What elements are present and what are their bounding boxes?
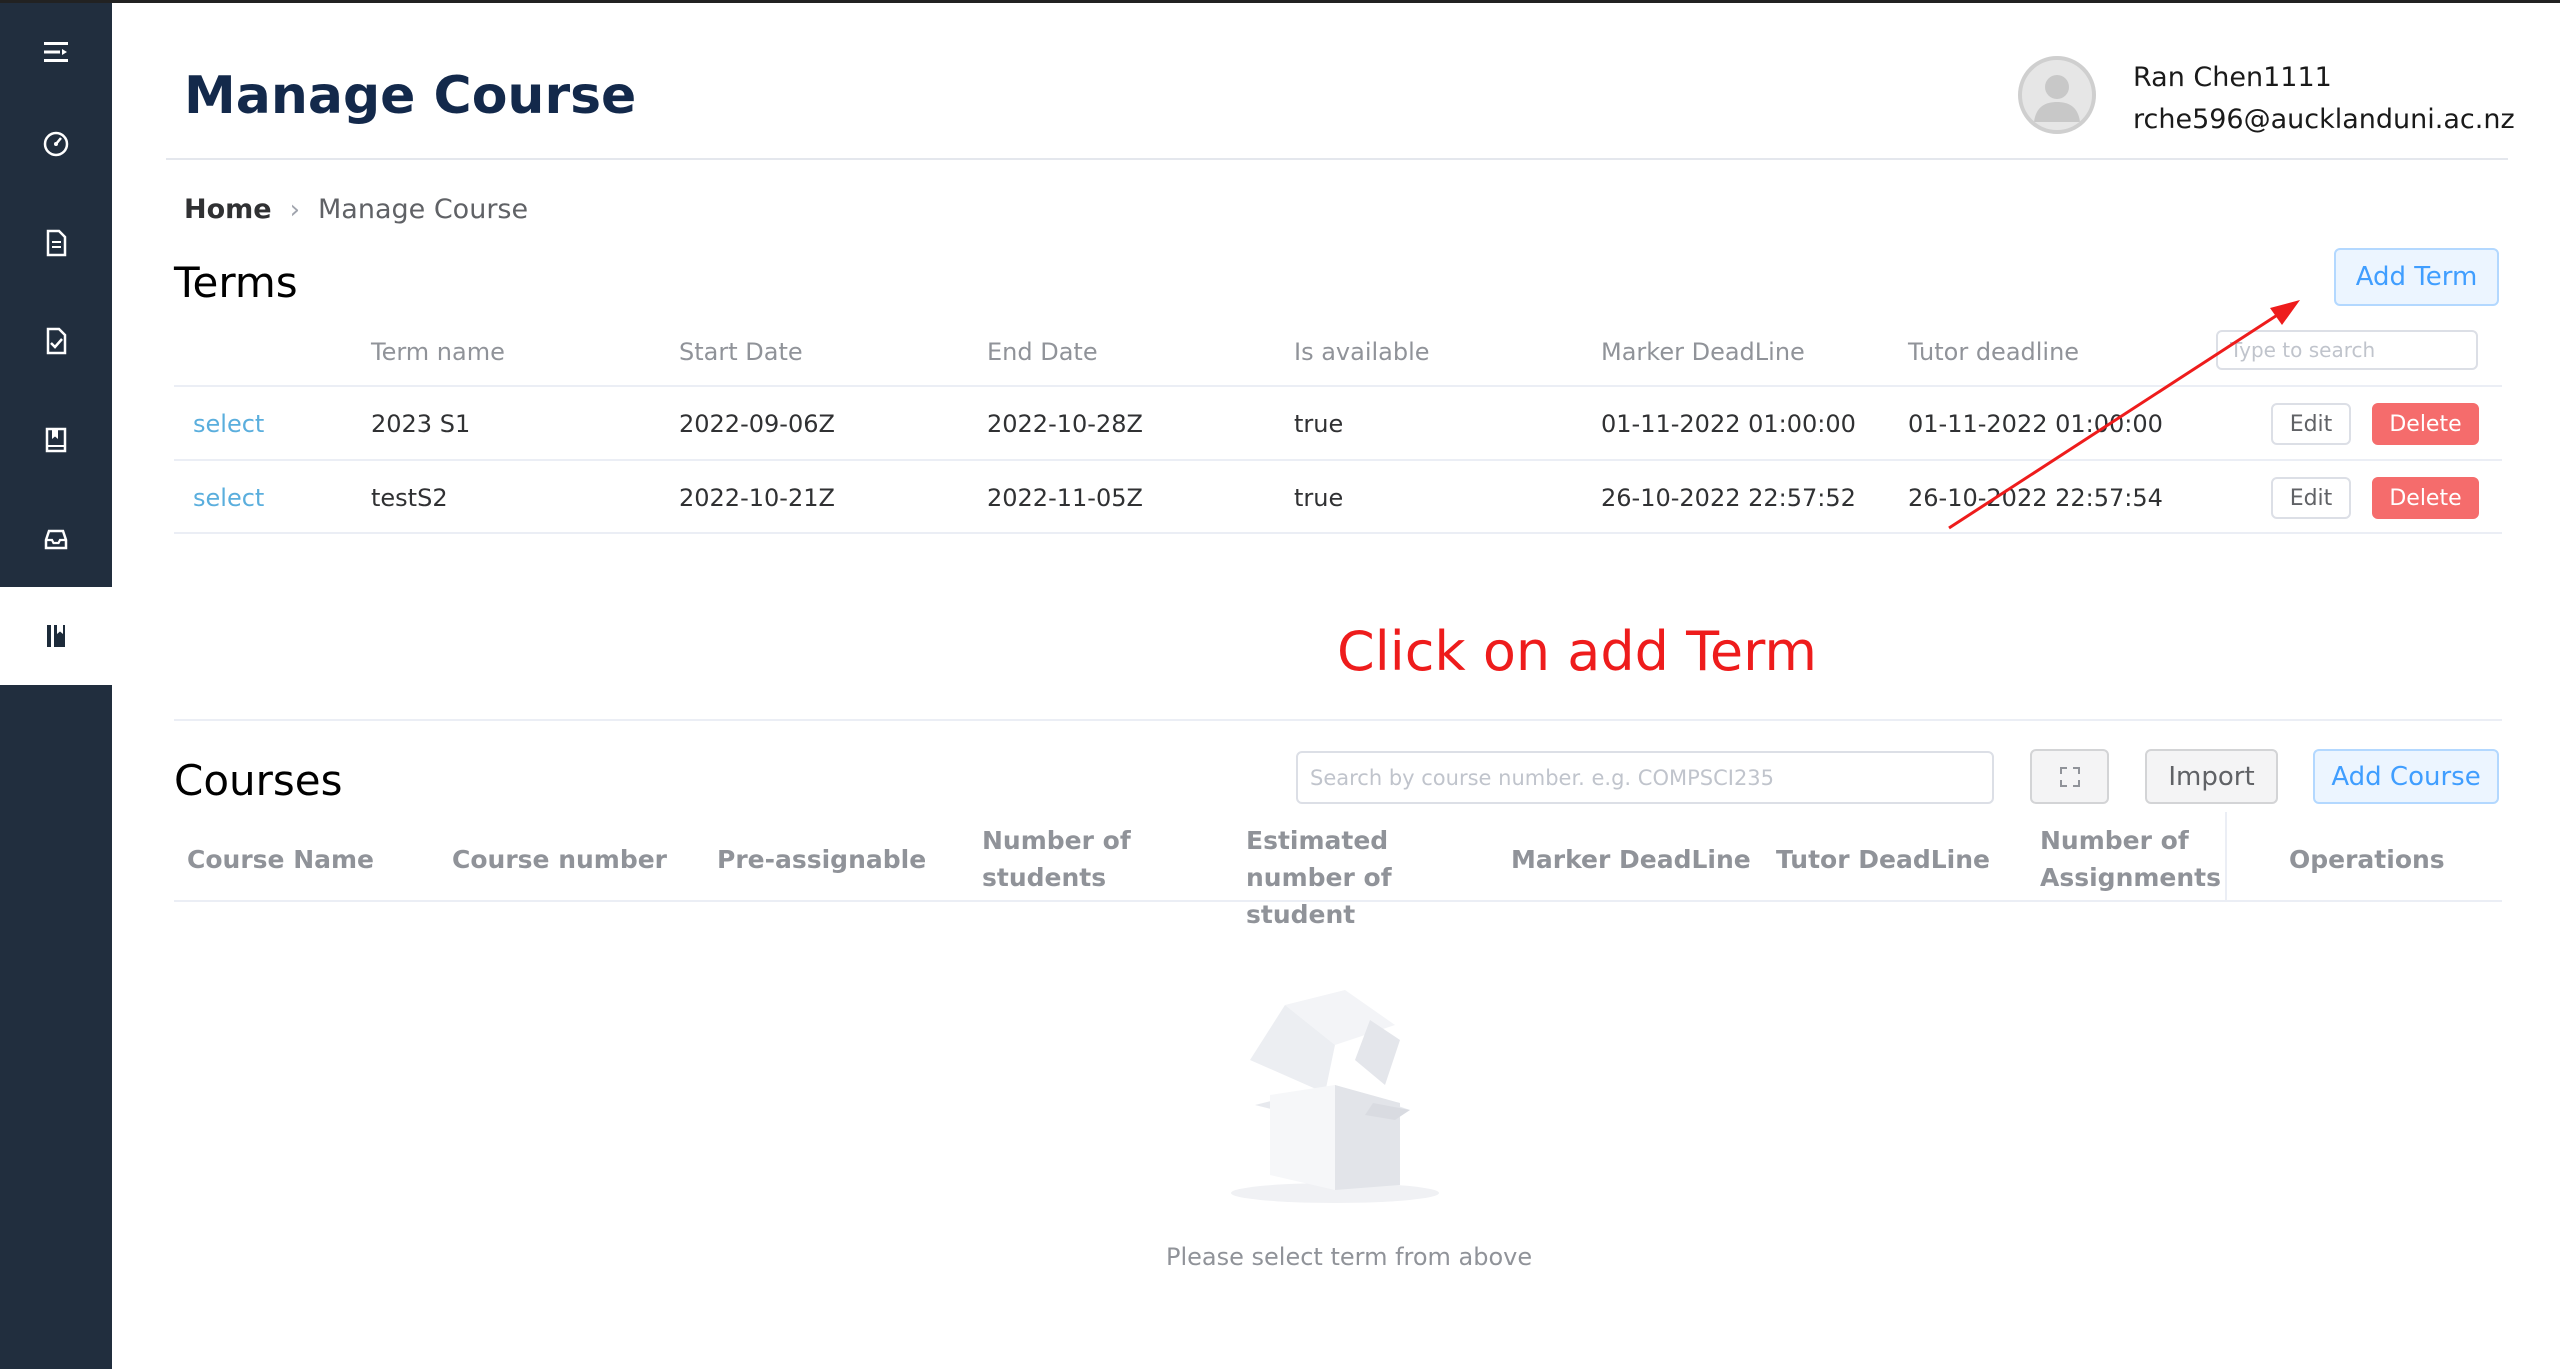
column-header-operations: Operations <box>2289 845 2445 874</box>
column-divider <box>2225 812 2227 902</box>
section-divider <box>174 719 2502 721</box>
column-header-course-number: Course number <box>452 845 668 874</box>
column-header-pre-assignable: Pre-assignable <box>717 845 927 874</box>
column-header-number-of-assignments: Number of Assignments <box>2040 826 2222 892</box>
column-header-tutor-deadline: Tutor DeadLine <box>1776 845 1990 874</box>
column-header-course-name: Course Name <box>187 845 374 874</box>
annotation-text: Click on add Term <box>1337 620 1817 683</box>
fullscreen-icon <box>2059 766 2080 787</box>
fullscreen-button[interactable] <box>2030 749 2109 804</box>
column-header-number-of-students: Number of students <box>982 826 1131 892</box>
empty-state-text: Please select term from above <box>1166 1243 1533 1271</box>
column-header-marker-deadline: Marker DeadLine <box>1511 845 1751 874</box>
import-button[interactable]: Import <box>2145 749 2278 804</box>
course-search-input[interactable] <box>1296 751 1994 804</box>
row-divider <box>174 900 2502 902</box>
column-header-estimated-number: Estimated number of student <box>1246 826 1392 929</box>
courses-title: Courses <box>174 756 343 805</box>
empty-box-icon <box>1231 990 1439 1203</box>
add-course-button[interactable]: Add Course <box>2313 749 2499 804</box>
